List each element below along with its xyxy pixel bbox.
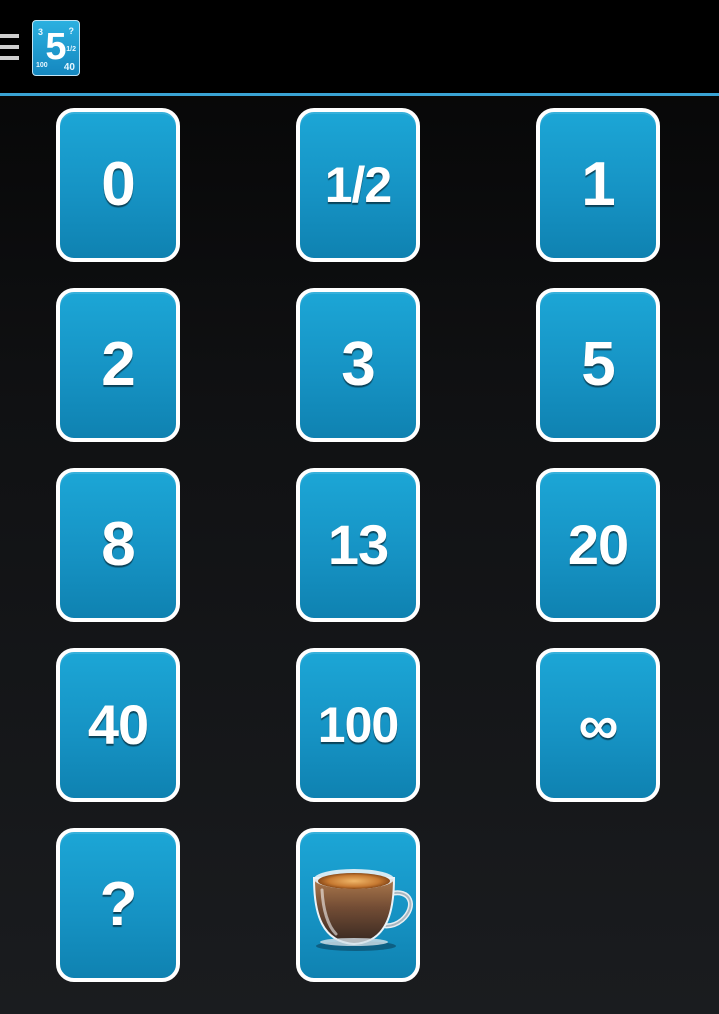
card-label: 1 (581, 150, 615, 219)
card-label: 8 (101, 510, 135, 579)
card-label: 13 (327, 513, 389, 576)
card-coffee[interactable] (296, 828, 420, 982)
card-label: 1/2 (324, 157, 393, 213)
card-0[interactable]: 0 (56, 108, 180, 262)
card-13[interactable]: 13 (296, 468, 420, 622)
card-label: 0 (101, 150, 135, 219)
card-label: 40 (87, 693, 149, 756)
card-label: 100 (317, 697, 399, 753)
card-40[interactable]: 40 (56, 648, 180, 802)
card-5[interactable]: 5 (536, 288, 660, 442)
card-2[interactable]: 2 (56, 288, 180, 442)
card-label: ? (99, 870, 138, 939)
card-label: 3 (341, 330, 375, 399)
card-3[interactable]: 3 (296, 288, 420, 442)
card-label: ∞ (578, 693, 619, 756)
card-20[interactable]: 20 (536, 468, 660, 622)
card-100[interactable]: 100 (296, 648, 420, 802)
card-infinity[interactable]: ∞ (536, 648, 660, 802)
card-label: 2 (101, 330, 135, 399)
card-1-2[interactable]: 1/2 (296, 108, 420, 262)
card-8[interactable]: 8 (56, 468, 180, 622)
coffee-cup-icon (312, 869, 413, 951)
card-1[interactable]: 1 (536, 108, 660, 262)
card-question[interactable]: ? (56, 828, 180, 982)
card-grid: 0 1/2 1 2 3 5 8 13 20 40 100 ∞ ? (0, 0, 719, 1014)
card-label: 20 (567, 513, 629, 576)
card-label: 5 (581, 330, 615, 399)
